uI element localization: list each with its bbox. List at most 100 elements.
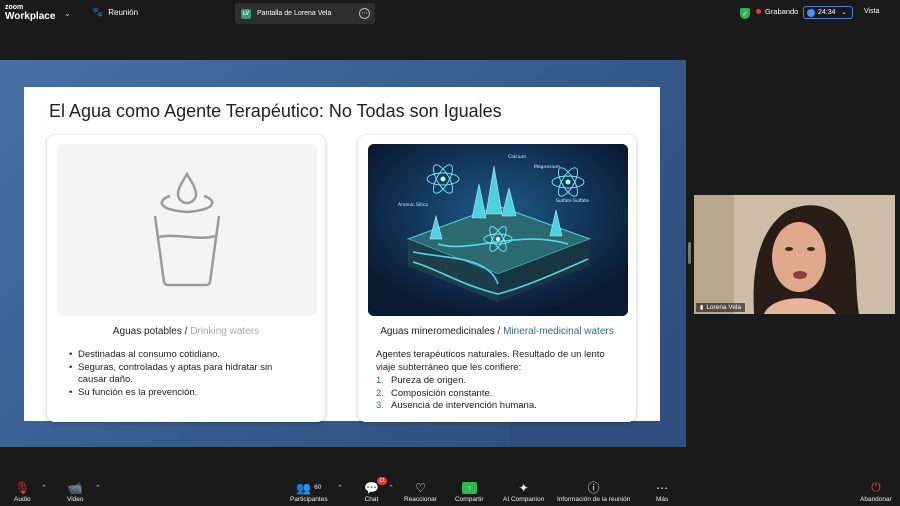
heading-separator: / (181, 326, 191, 337)
image-label: Sulfate (556, 198, 572, 204)
list-item: Su función es la prevención. (69, 387, 289, 400)
card1-heading-en: Drinking waters (190, 326, 260, 337)
tab-label: Pantalla de Lorena Vela (257, 10, 332, 17)
heading-separator: / (494, 326, 504, 337)
card2-intro: Agentes terapéuticos naturales. Resultad… (376, 349, 605, 373)
share-screen-icon: ↑ (461, 480, 477, 495)
card1-bullets: Destinadas al consumo cotidiano. Seguras… (69, 349, 289, 399)
chevron-up-icon[interactable]: ⌃ (337, 484, 343, 492)
list-item: Seguras, controladas y aptas para hidrat… (69, 362, 289, 387)
more-options-icon[interactable]: ⋯ (359, 8, 370, 19)
leave-button[interactable]: ⏻ Abandonar (860, 480, 892, 503)
meeting-info-button[interactable]: ⓘ Información de la reunión (557, 480, 630, 503)
leave-icon: ⏻ (871, 480, 881, 494)
recording-indicator[interactable]: Grabando (756, 7, 798, 16)
meeting-timer[interactable]: 24:34 ⌄ (803, 6, 853, 19)
logo-line2: Workplace (5, 11, 56, 22)
participants-icon: 👥 60 (296, 480, 322, 495)
top-bar: zoom Workplace ⌄ 🐾 Reunión LV Pantalla d… (0, 0, 900, 27)
sparkle-icon: ✦ (518, 480, 529, 495)
camera-off-icon: 📹 (67, 480, 83, 495)
list-text: Pureza de origen. (391, 375, 466, 386)
chevron-down-icon[interactable]: ⌄ (64, 9, 71, 18)
participant-name-tag: ▮ Lorena Vela (696, 303, 746, 312)
chat-unread-badge: 11 (377, 477, 387, 485)
info-icon: ⓘ (587, 481, 600, 495)
view-button[interactable]: Vista (864, 8, 879, 15)
more-label: Más (656, 496, 669, 503)
card1-heading-es: Aguas potables (112, 326, 182, 337)
chevron-up-icon[interactable]: ⌃ (388, 484, 394, 492)
audio-label: Audio (14, 496, 31, 503)
list-text: Composición constante. (391, 387, 493, 399)
signal-bars-icon: ▮ (700, 305, 704, 311)
image-label: Magnesium (534, 164, 560, 170)
react-button[interactable]: ♡ Reaccionar (404, 480, 437, 504)
shield-icon[interactable]: ✓ (740, 8, 750, 19)
presentation-slide: El Agua como Agente Terapéutico: No Toda… (24, 87, 660, 422)
list-item: Destinadas al consumo cotidiano. (69, 349, 289, 362)
recording-label: Grabando (765, 7, 799, 16)
image-label: Arsenic Silica (398, 202, 428, 208)
participants-button[interactable]: 👥 60 Participantes (290, 480, 328, 504)
participant-video-feed (694, 195, 895, 314)
card2-body: Agentes terapéuticos naturales. Resultad… (376, 349, 616, 413)
leave-label: Abandonar (860, 496, 892, 503)
zoom-logo: zoom Workplace (5, 3, 56, 22)
card2-heading-es: Aguas mineromedicinales (380, 326, 495, 337)
meeting-toolbar: 🎙 Audio ⌃ 📹 Video ⌃ 👥 60 Participantes ⌃ … (0, 476, 900, 506)
share-label: Compartir (455, 496, 484, 503)
card2-heading-en: Mineral-medicinal waters (503, 326, 614, 337)
ai-companion-button[interactable]: ✦ AI Companion (503, 480, 545, 504)
drinking-water-card: Aguas potables / Drinking waters Destina… (47, 135, 325, 422)
share-button[interactable]: ↑ Compartir (455, 480, 484, 503)
meeting-info-label: Información de la reunión (557, 496, 631, 503)
video-button[interactable]: 📹 Video (67, 480, 84, 504)
card2-heading: Aguas mineromedicinales / Mineral-medici… (358, 326, 636, 337)
chat-button[interactable]: 💬 11 Chat (364, 477, 387, 503)
image-label: Calcium (508, 154, 526, 160)
water-glass-icon (153, 171, 221, 287)
water-glass-image (57, 144, 317, 316)
participant-name: Lorena Vela (706, 304, 742, 311)
react-label: Reaccionar (404, 496, 437, 503)
mineral-water-card: Calcium Magnesium Sulfate Sulfate Arseni… (358, 135, 636, 422)
audio-button[interactable]: 🎙 Audio (14, 480, 31, 504)
meeting-button[interactable]: 🐾 Reunión (92, 7, 138, 18)
more-icon: ⋯ (656, 480, 669, 495)
participants-label: Participantes (290, 496, 328, 503)
record-dot-icon (756, 9, 761, 14)
ai-companion-label: AI Companion (503, 496, 545, 503)
screen-share-tab[interactable]: LV Pantalla de Lorena Vela ⋯ (235, 3, 375, 24)
list-number: 2. (376, 387, 384, 399)
mineral-illustration: Calcium Magnesium Sulfate Sulfate Arseni… (368, 144, 628, 316)
chevron-up-icon[interactable]: ⌃ (95, 484, 101, 492)
chevron-up-icon[interactable]: ⌃ (41, 484, 47, 492)
video-label: Video (67, 496, 84, 503)
list-item: 1. Pureza de origen. (376, 375, 616, 388)
list-item: 3. Ausencia de intervención humana. (376, 400, 616, 413)
participant-video[interactable]: ▮ Lorena Vela (694, 195, 895, 314)
chat-label: Chat (364, 496, 379, 503)
list-number: 1. (376, 375, 384, 386)
clock-icon (807, 8, 815, 17)
image-label: Sulfate (573, 198, 589, 204)
paw-icon: 🐾 (92, 7, 104, 17)
chat-icon: 💬 11 (364, 477, 387, 495)
microphone-muted-icon: 🎙 (14, 480, 30, 495)
list-item: 2. Composición constante. (376, 388, 616, 401)
list-number: 3. (376, 400, 384, 411)
card2-list: 1. Pureza de origen. 2. Composición consta… (376, 375, 616, 413)
timer-value: 24:34 (818, 9, 836, 16)
heart-icon: ♡ (415, 480, 426, 495)
card1-heading: Aguas potables / Drinking waters (47, 326, 325, 337)
presenter-avatar: LV (241, 8, 251, 19)
slide-title: El Agua como Agente Terapéutico: No Toda… (49, 101, 502, 121)
participants-count: 60 (314, 484, 322, 491)
mineral-crystals-image: Calcium Magnesium Sulfate Sulfate Arseni… (368, 144, 628, 316)
list-text: Ausencia de intervención humana. (391, 400, 537, 411)
more-button[interactable]: ⋯ Más (656, 480, 669, 504)
chevron-down-icon: ⌄ (841, 10, 847, 16)
panel-splitter-handle[interactable] (688, 242, 691, 264)
meeting-label: Reunión (108, 8, 139, 17)
